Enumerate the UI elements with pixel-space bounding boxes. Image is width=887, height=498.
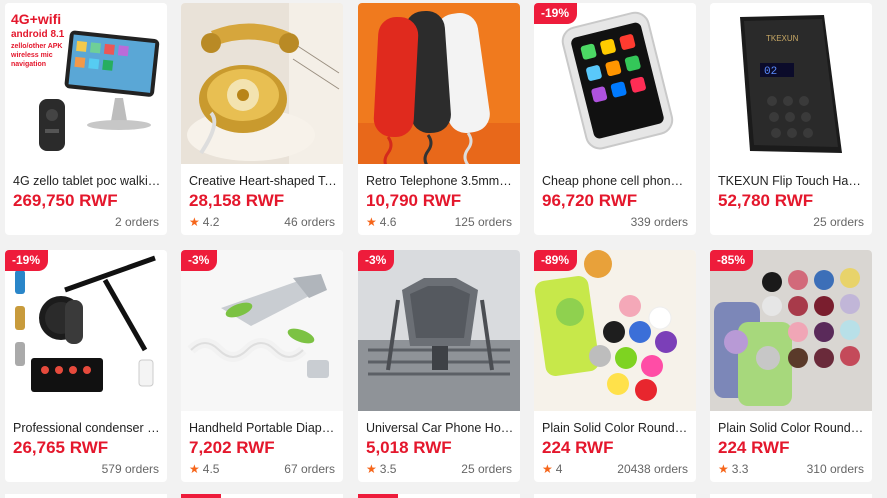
product-price: 52,780 RWF	[718, 191, 814, 210]
product-title[interactable]: TKEXUN Flip Touch Hand...	[718, 174, 866, 188]
product-orders: 67 orders	[284, 462, 335, 476]
image-text: 4G+wifi	[11, 11, 61, 27]
product-card[interactable]: -3% Universal Car Phone Hold... 5,018 RW…	[358, 250, 520, 482]
rating-value: 3.3	[731, 462, 749, 476]
star-icon: ★	[189, 215, 200, 229]
product-price: 224 RWF	[718, 438, 790, 457]
product-image[interactable]: -3%	[358, 250, 520, 411]
product-orders: 310 orders	[806, 462, 864, 476]
product-grid: 4G+wifi android 8.1 zello/other APK wire…	[0, 0, 887, 498]
product-card-partial[interactable]	[5, 494, 167, 498]
discount-badge: -3%	[181, 250, 218, 271]
product-image[interactable]: 4G+wifi android 8.1 zello/other APK wire…	[5, 3, 167, 164]
discount-badge: -85%	[710, 250, 754, 271]
product-card[interactable]: Retro Telephone 3.5mm R... 10,790 RWF ★ 4…	[358, 3, 520, 235]
product-image[interactable]: TKEXUN 02	[710, 3, 872, 164]
star-icon: ★	[366, 462, 377, 476]
rating-value: 4	[555, 462, 563, 476]
product-meta: 339 orders	[542, 215, 688, 231]
product-image[interactable]: -85%	[710, 250, 872, 411]
product-orders: 46 orders	[284, 215, 335, 229]
image-text: 02	[764, 66, 777, 78]
product-card[interactable]: -19% Cheap phone cell phone 2.... 96,720…	[534, 3, 696, 235]
product-rating: ★ 4.5	[189, 462, 219, 476]
product-card-partial[interactable]	[181, 494, 343, 498]
product-title[interactable]: Retro Telephone 3.5mm R...	[366, 174, 514, 188]
product-rating: ★ 4.2	[189, 215, 219, 229]
product-card[interactable]: -85% Plain Solid Color Round P... 224 RW…	[710, 250, 872, 482]
product-card[interactable]: -89% Plain Solid Color Round P... 224 RW…	[534, 250, 696, 482]
product-orders: 339 orders	[630, 215, 688, 229]
product-meta: 2 orders	[13, 215, 159, 231]
product-orders: 25 orders	[461, 462, 512, 476]
star-icon: ★	[718, 462, 729, 476]
product-price: 96,720 RWF	[542, 191, 638, 210]
image-text: navigation	[11, 61, 46, 68]
product-meta: 25 orders	[718, 215, 864, 231]
product-price: 28,158 RWF	[189, 191, 285, 210]
discount-badge: -89%	[534, 250, 578, 271]
image-text: TKEXUN	[766, 34, 799, 43]
product-meta: ★ 4.2 46 orders	[189, 215, 335, 231]
product-rating: ★ 3.5	[366, 462, 396, 476]
product-price: 10,790 RWF	[366, 191, 462, 210]
product-image[interactable]	[181, 3, 343, 164]
image-text: android 8.1	[11, 29, 65, 40]
star-icon: ★	[366, 215, 377, 229]
star-icon: ★	[542, 462, 553, 476]
product-price: 269,750 RWF	[13, 191, 118, 210]
product-title[interactable]: Plain Solid Color Round P...	[542, 421, 690, 435]
product-rating: ★ 4.6	[366, 215, 396, 229]
rating-value: 4.5	[202, 462, 220, 476]
product-meta: ★ 4 20438 orders	[542, 462, 688, 478]
product-image[interactable]	[358, 3, 520, 164]
product-orders: 20438 orders	[617, 462, 688, 476]
product-title[interactable]: Creative Heart-shaped Tel...	[189, 174, 337, 188]
star-icon: ★	[189, 462, 200, 476]
discount-badge	[358, 494, 398, 498]
product-meta: ★ 4.5 67 orders	[189, 462, 335, 478]
product-card[interactable]: TKEXUN 02 TKEXUN Flip Touch Hand... 52,7…	[710, 3, 872, 235]
discount-badge: -3%	[358, 250, 395, 271]
product-meta: ★ 3.5 25 orders	[366, 462, 512, 478]
product-title[interactable]: Handheld Portable Diaper ...	[189, 421, 337, 435]
product-card[interactable]: -19% Professional condenser mi... 26,765…	[5, 250, 167, 482]
product-card-partial[interactable]	[358, 494, 520, 498]
product-title[interactable]: Professional condenser mi...	[13, 421, 161, 435]
product-title[interactable]: Cheap phone cell phone 2....	[542, 174, 690, 188]
product-price: 7,202 RWF	[189, 438, 275, 457]
discount-badge: -19%	[5, 250, 49, 271]
product-card[interactable]: 4G+wifi android 8.1 zello/other APK wire…	[5, 3, 167, 235]
product-title[interactable]: Plain Solid Color Round P...	[718, 421, 866, 435]
product-card-partial[interactable]	[534, 494, 696, 498]
product-orders: 579 orders	[101, 462, 159, 476]
product-title[interactable]: Universal Car Phone Hold...	[366, 421, 514, 435]
rating-value: 3.5	[379, 462, 397, 476]
product-image[interactable]: -89%	[534, 250, 696, 411]
product-orders: 25 orders	[813, 215, 864, 229]
discount-badge	[181, 494, 221, 498]
product-meta: ★ 3.3 310 orders	[718, 462, 864, 478]
rating-value: 4.6	[379, 215, 397, 229]
product-meta: ★ 4.6 125 orders	[366, 215, 512, 231]
product-meta: 579 orders	[13, 462, 159, 478]
product-image[interactable]: -3%	[181, 250, 343, 411]
product-orders: 125 orders	[454, 215, 512, 229]
product-rating: ★ 3.3	[718, 462, 748, 476]
discount-badge: -19%	[534, 3, 578, 24]
product-card[interactable]: -3% Handheld Portable Diaper ... 7,202 R…	[181, 250, 343, 482]
product-image[interactable]: -19%	[5, 250, 167, 411]
product-title[interactable]: 4G zello tablet poc walkie t...	[13, 174, 161, 188]
product-card-partial[interactable]	[710, 494, 872, 498]
product-orders: 2 orders	[114, 215, 159, 229]
product-price: 26,765 RWF	[13, 438, 109, 457]
product-image[interactable]: -19%	[534, 3, 696, 164]
image-text: zello/other APK	[11, 43, 62, 50]
product-price: 224 RWF	[542, 438, 614, 457]
product-card[interactable]: Creative Heart-shaped Tel... 28,158 RWF …	[181, 3, 343, 235]
rating-value: 4.2	[202, 215, 220, 229]
product-rating: ★ 4	[542, 462, 562, 476]
product-price: 5,018 RWF	[366, 438, 452, 457]
image-text: wireless mic	[10, 52, 53, 59]
